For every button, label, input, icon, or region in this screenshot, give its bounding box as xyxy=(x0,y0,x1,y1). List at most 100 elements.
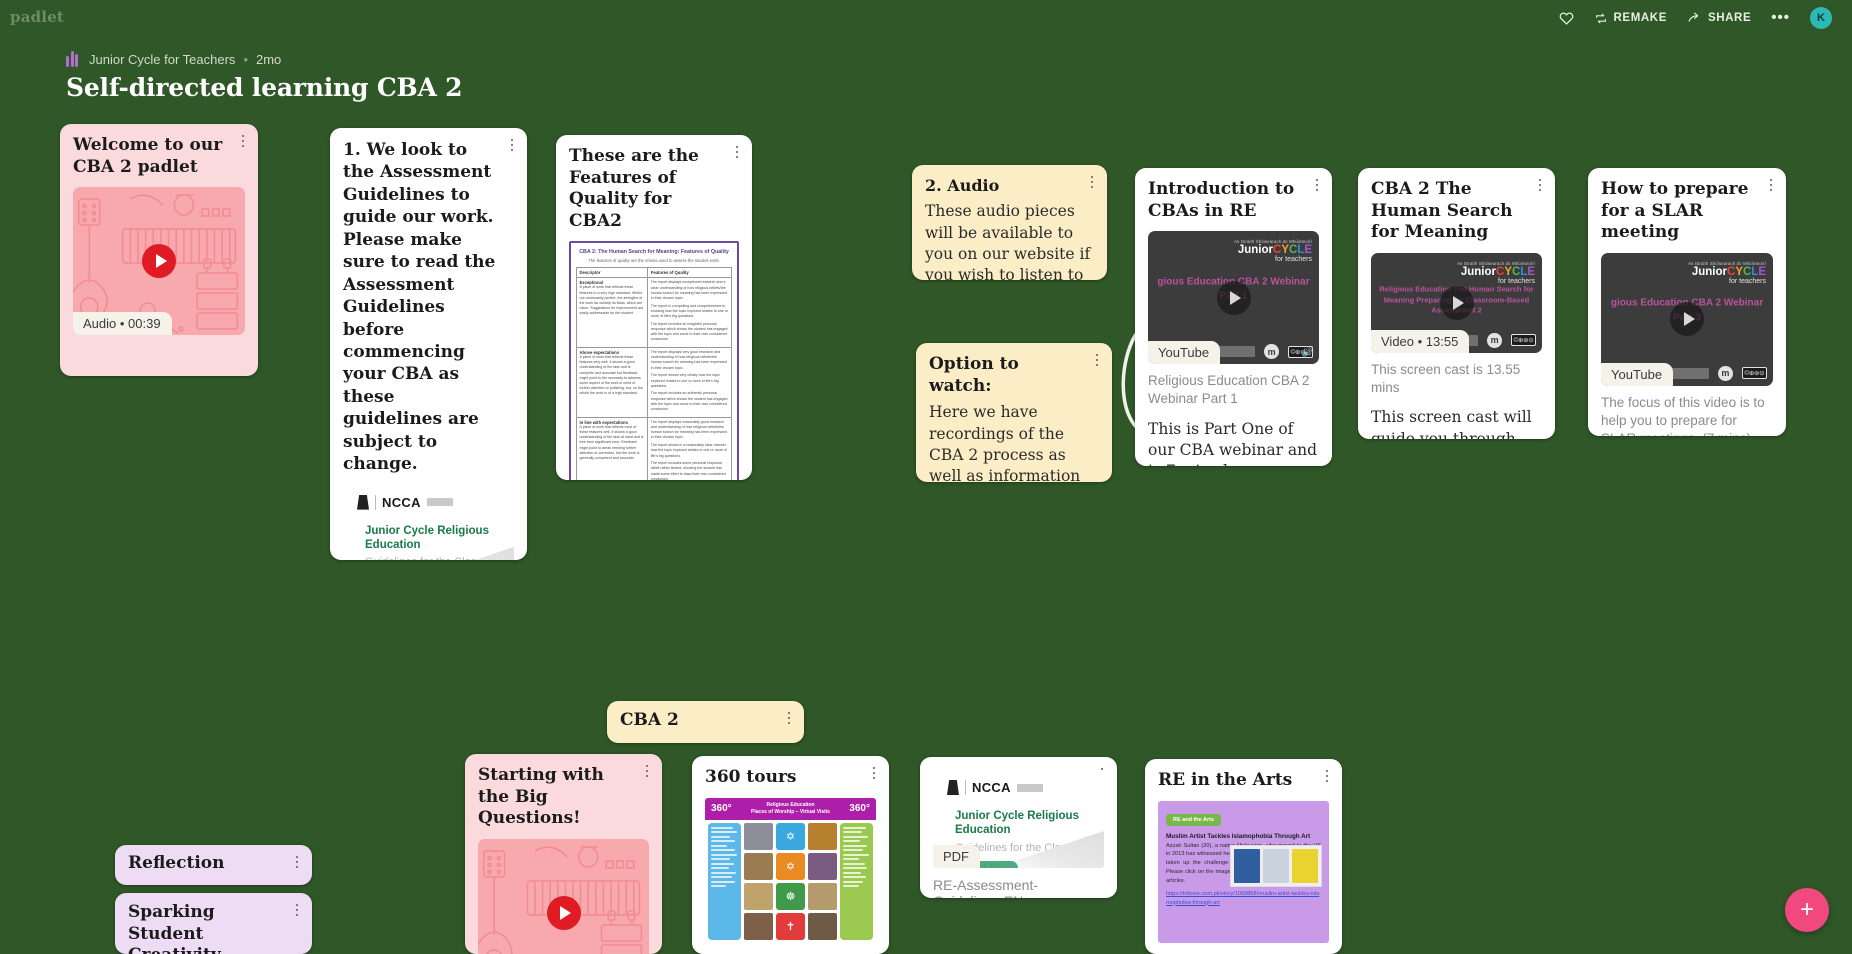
like-button[interactable] xyxy=(1559,11,1574,25)
play-button[interactable] xyxy=(142,244,176,279)
pdf-attachment[interactable]: NCCA Junior Cycle Religious Education Gu… xyxy=(343,484,514,560)
padlet-logo[interactable]: padlet xyxy=(10,8,64,26)
card-reflection[interactable]: Reflection xyxy=(115,845,312,885)
tour-symbol-icon: ✡ xyxy=(776,822,805,850)
tour-thumb xyxy=(808,822,837,850)
play-button[interactable] xyxy=(1216,280,1251,315)
card-option-to-watch[interactable]: Option to watch: Here we have recordings… xyxy=(916,343,1112,482)
avatar[interactable]: K xyxy=(1810,7,1832,29)
card-menu-icon[interactable] xyxy=(783,710,795,726)
card-title: Sparking Student Creativity xyxy=(128,902,221,954)
card-cba2-section[interactable]: CBA 2 xyxy=(607,701,804,743)
card-360-tours[interactable]: 360 tours 360° Religious Education Place… xyxy=(692,756,889,954)
card-big-questions-audio[interactable]: Starting with the Big Questions! xyxy=(465,754,662,954)
artwork-thumb xyxy=(1233,848,1260,883)
card-menu-icon[interactable] xyxy=(868,765,880,781)
source-badge: YouTube xyxy=(1601,362,1674,386)
card-human-search-for-meaning[interactable]: CBA 2 The Human Search for Meaning An tS… xyxy=(1358,168,1555,439)
youtube-embed[interactable]: An tSraith Shóisearach do Mhúinteoirí Ju… xyxy=(1148,231,1319,365)
arts-link[interactable]: https://tribune.com.pk/story/1060868/mus… xyxy=(1166,890,1321,908)
pdf-attachment[interactable]: NCCA Junior Cycle Religious Education Gu… xyxy=(933,770,1104,868)
card-assessment-guidelines[interactable]: 1. We look to the Assessment Guidelines … xyxy=(330,128,527,560)
video-player[interactable]: An tSraith Shóisearach do Mhúinteoirí Ju… xyxy=(1371,252,1542,353)
card-slar-meeting[interactable]: How to prepare for a SLAR meeting An tSr… xyxy=(1588,168,1786,436)
artwork-thumb xyxy=(1291,848,1318,883)
card-menu-icon[interactable] xyxy=(731,144,743,160)
card-welcome-audio[interactable]: Welcome to our CBA 2 padlet Audio • 00:3… xyxy=(60,124,258,376)
card-menu-icon[interactable] xyxy=(291,902,303,918)
speaker-icon: 🔊 xyxy=(1301,347,1314,359)
source-badge: YouTube xyxy=(1148,341,1221,365)
branding-subtitle: for teachers xyxy=(1729,277,1766,285)
board-author[interactable]: Junior Cycle for Teachers xyxy=(89,52,235,67)
card-menu-icon[interactable] xyxy=(1311,177,1323,193)
card-features-of-quality[interactable]: These are the Features of Quality for CB… xyxy=(556,135,752,480)
foq-doc-subtitle: The features of quality are the criteria… xyxy=(588,258,720,264)
arts-document-image[interactable]: RE and the Arts Muslim Artist Tackles Is… xyxy=(1158,800,1329,943)
ncca-label: NCCA xyxy=(972,780,1011,795)
ncca-circle-icon: m xyxy=(1264,344,1279,360)
play-button[interactable] xyxy=(546,895,581,930)
top-bar-actions: REMAKE SHARE ••• K xyxy=(1559,7,1832,29)
add-post-button[interactable]: + xyxy=(1785,888,1829,932)
card-menu-icon[interactable] xyxy=(1534,177,1546,193)
pdf-heading: Junior Cycle Religious Education xyxy=(365,524,489,551)
branding-wordmark: JuniorCYCLE xyxy=(1460,265,1535,278)
more-options-button[interactable]: ••• xyxy=(1771,10,1790,25)
card-menu-icon[interactable] xyxy=(1091,352,1103,368)
card-audio-section[interactable]: 2. Audio These audio pieces will be avai… xyxy=(912,165,1107,280)
card-menu-icon[interactable] xyxy=(237,133,249,149)
foq-doc-title: CBA 2: The Human Search for Meaning: Fea… xyxy=(579,249,729,256)
audio-player[interactable]: Audio • 00:39 xyxy=(73,187,245,336)
card-sparking-student-creativity[interactable]: Sparking Student Creativity xyxy=(115,893,312,954)
card-body: This is Part One of our CBA webinar and … xyxy=(1148,419,1318,466)
foq-table: Descriptor Features of Quality Exception… xyxy=(575,267,732,480)
junior-cycle-branding: An tSraith Shóisearach do Mhúinteoirí Ju… xyxy=(1234,239,1312,263)
share-button[interactable]: SHARE xyxy=(1687,12,1751,25)
top-bar: padlet REMAKE SHARE ••• K xyxy=(0,0,1852,34)
pdf-heading: Junior Cycle Religious Education xyxy=(955,810,1079,837)
poster-badge-left: 360° xyxy=(711,803,732,815)
foq-document-image[interactable]: CBA 2: The Human Search for Meaning: Fea… xyxy=(569,241,739,480)
video-caption: This screen cast is 13.55 mins xyxy=(1371,361,1521,395)
audio-player[interactable] xyxy=(478,838,649,954)
card-title: Reflection xyxy=(128,853,225,873)
card-re-in-the-arts[interactable]: RE in the Arts RE and the Arts Muslim Ar… xyxy=(1145,759,1342,954)
card-title: 2. Audio xyxy=(925,176,1000,195)
card-title: Option to watch: xyxy=(929,354,1019,396)
poster-subtitle: Places of Worship – Virtual Visits xyxy=(751,808,830,815)
table-row: Descriptor Features of Quality xyxy=(575,267,732,279)
thumbnail-footer-logos: m ©⊕⊜⊝ xyxy=(1666,365,1767,381)
card-menu-icon[interactable] xyxy=(641,763,653,779)
creative-commons-icon: ©⊕⊜⊝ xyxy=(1510,334,1536,347)
branding-subtitle: for teachers xyxy=(1275,256,1312,264)
tour-thumb xyxy=(808,912,837,940)
play-button[interactable] xyxy=(1670,302,1704,337)
remake-button[interactable]: REMAKE xyxy=(1594,12,1667,25)
card-title: Introduction to CBAs in RE xyxy=(1148,179,1295,221)
card-title: 1. We look to the Assessment Guidelines … xyxy=(343,140,496,475)
arts-image-strip xyxy=(1229,844,1322,887)
pdf-preview: NCCA Junior Cycle Religious Education Gu… xyxy=(343,484,514,560)
card-menu-icon[interactable] xyxy=(1321,768,1333,784)
card-menu-icon[interactable] xyxy=(291,854,303,870)
card-menu-icon[interactable] xyxy=(1086,174,1098,190)
tours-poster: 360° Religious Education Places of Worsh… xyxy=(705,797,876,943)
card-menu-icon[interactable] xyxy=(1765,177,1777,193)
tours-poster-image[interactable]: 360° Religious Education Places of Worsh… xyxy=(705,797,876,943)
share-label: SHARE xyxy=(1707,12,1752,24)
tour-thumb xyxy=(744,882,773,910)
play-button[interactable] xyxy=(1439,285,1474,320)
table-row: Above expectations A piece of work that … xyxy=(575,347,732,418)
card-pdf-guidelines-bottom[interactable]: NCCA Junior Cycle Religious Education Gu… xyxy=(920,757,1117,898)
board-meta: Junior Cycle for Teachers • 2mo xyxy=(66,50,462,68)
ncca-circle-icon: m xyxy=(1487,332,1502,348)
link-title[interactable]: Religious Education CBA 2 Webinar Part 1 xyxy=(1148,372,1319,408)
poster-body: ✡ ✡ ☸ ✝ xyxy=(705,820,876,943)
card-menu-icon[interactable] xyxy=(506,137,518,153)
poster-image-grid: ✡ ✡ ☸ ✝ xyxy=(744,822,837,940)
padlet-board: padlet REMAKE SHARE ••• K Junior Cycle f… xyxy=(0,0,1852,954)
card-intro-cbas-in-re[interactable]: Introduction to CBAs in RE An tSraith Sh… xyxy=(1135,168,1332,466)
youtube-embed[interactable]: An tSraith Shóisearach do Mhúinteoirí Ju… xyxy=(1601,252,1773,386)
arts-document: RE and the Arts Muslim Artist Tackles Is… xyxy=(1158,800,1329,943)
